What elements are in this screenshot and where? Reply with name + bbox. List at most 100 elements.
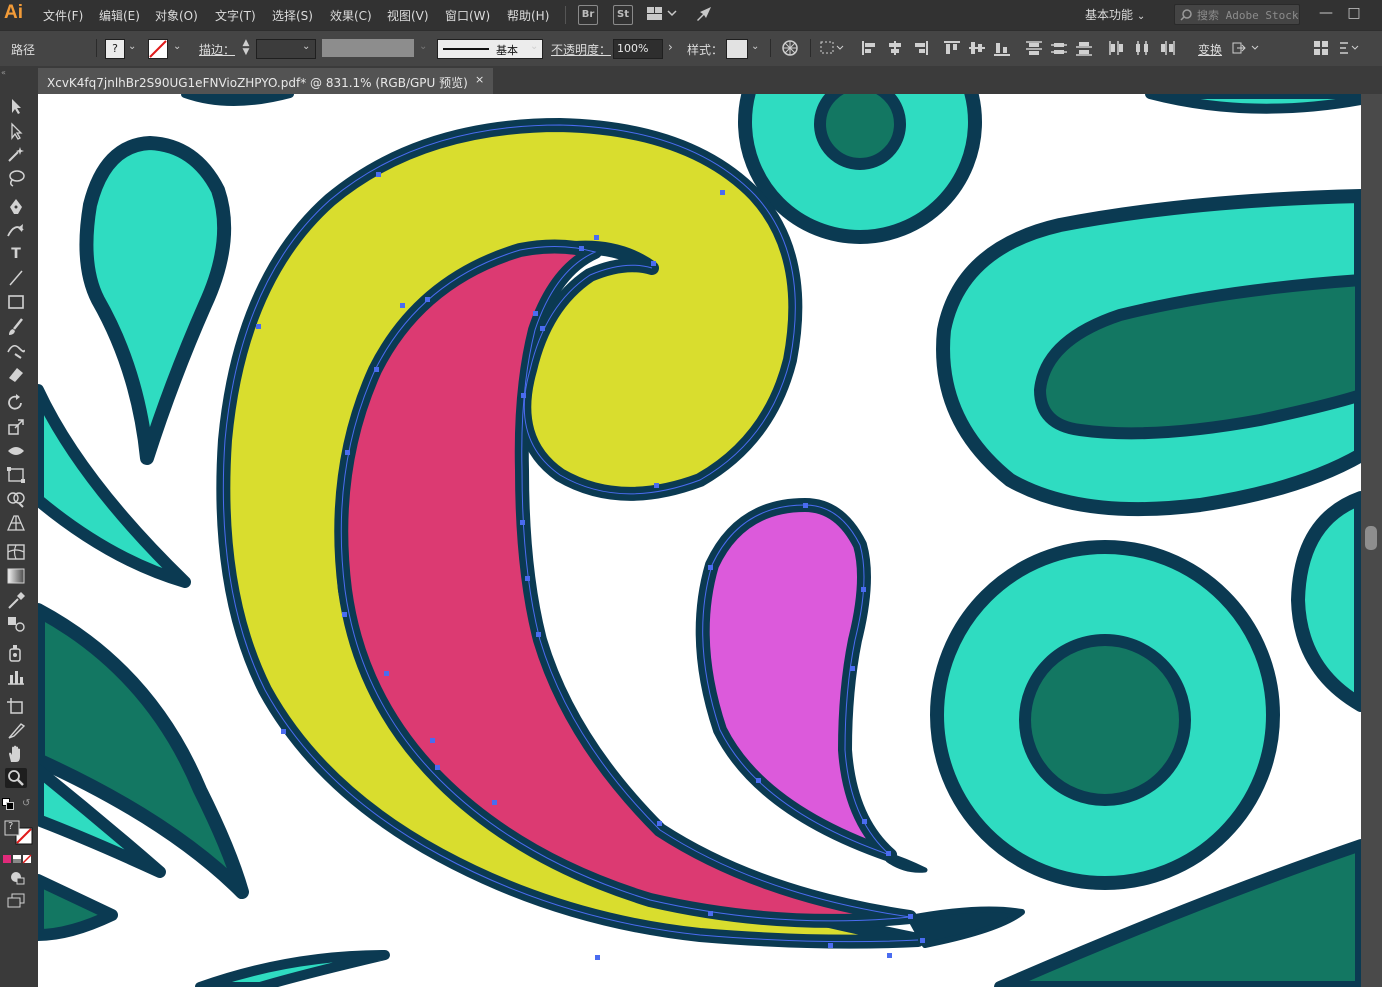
document-tab[interactable]: XcvK4fq7jnlhBr2S90UG1eFNVioZHPYO.pdf* @ … bbox=[38, 68, 493, 94]
direct-selection-tool-icon[interactable] bbox=[5, 121, 27, 141]
magic-wand-tool-icon[interactable] bbox=[5, 144, 27, 164]
distribute-vertical-center-icon[interactable] bbox=[1050, 40, 1068, 56]
align-horizontal-center-icon[interactable] bbox=[886, 40, 904, 56]
isolate-object-icon[interactable] bbox=[1232, 40, 1262, 56]
graphic-style-swatch[interactable] bbox=[726, 39, 748, 59]
eyedropper-tool-icon[interactable] bbox=[5, 590, 27, 610]
rotate-tool-icon[interactable] bbox=[5, 393, 27, 413]
lasso-tool-icon[interactable] bbox=[5, 168, 27, 188]
menu-help[interactable]: 帮助(H) bbox=[507, 7, 549, 24]
scale-tool-icon[interactable] bbox=[5, 417, 27, 437]
opacity-field[interactable]: 100% bbox=[613, 39, 663, 59]
line-tool-icon[interactable] bbox=[5, 268, 27, 288]
distribute-horizontal-center-icon[interactable] bbox=[1133, 40, 1151, 56]
selection-tool-icon[interactable] bbox=[5, 96, 27, 116]
swirl-tail-shape bbox=[907, 906, 1025, 948]
symbol-sprayer-tool-icon[interactable] bbox=[5, 643, 27, 663]
menu-type[interactable]: 文字(T) bbox=[215, 7, 256, 24]
distribute-bottom-icon[interactable] bbox=[1075, 40, 1093, 56]
transform-label[interactable]: 变换 bbox=[1198, 41, 1222, 58]
color-mode-icons[interactable] bbox=[3, 853, 33, 864]
pen-tool-icon[interactable] bbox=[5, 197, 27, 217]
menu-file[interactable]: 文件(F) bbox=[43, 7, 83, 24]
teardrop-tail-shape bbox=[885, 852, 928, 873]
stock-button[interactable]: St bbox=[613, 5, 633, 25]
align-to-selection-icon[interactable] bbox=[820, 40, 846, 56]
stroke-label[interactable]: 描边： bbox=[199, 41, 235, 58]
artboard-canvas[interactable] bbox=[38, 94, 1382, 987]
brush-definition-dropdown[interactable]: 基本 bbox=[437, 39, 543, 59]
menu-edit[interactable]: 编辑(E) bbox=[99, 7, 140, 24]
column-graph-tool-icon[interactable] bbox=[5, 667, 27, 687]
shaper-tool-icon[interactable] bbox=[5, 340, 27, 360]
variable-width-profile[interactable] bbox=[322, 39, 414, 57]
arrange-panels-icon[interactable] bbox=[1313, 40, 1329, 56]
recolor-artwork-icon[interactable] bbox=[781, 39, 799, 57]
align-bottom-icon[interactable] bbox=[993, 40, 1011, 56]
screen-mode-icon[interactable] bbox=[6, 892, 28, 908]
default-colors-icon[interactable] bbox=[2, 798, 14, 810]
collapse-panel-icon[interactable]: « bbox=[1, 68, 37, 77]
slice-tool-icon[interactable] bbox=[5, 720, 27, 740]
chevron-right-icon[interactable]: › bbox=[668, 40, 673, 54]
width-tool-icon[interactable] bbox=[5, 441, 27, 461]
opacity-label[interactable]: 不透明度： bbox=[551, 41, 611, 58]
divider bbox=[565, 6, 566, 24]
stroke-swatch[interactable] bbox=[148, 39, 168, 59]
fill-stroke-swatches[interactable]: ? bbox=[4, 820, 34, 846]
align-right-icon[interactable] bbox=[911, 40, 929, 56]
scrollbar-thumb[interactable] bbox=[1365, 526, 1377, 550]
tools-panel: « T ↺ ? bbox=[0, 66, 39, 987]
workspace-label: 基本功能 bbox=[1085, 8, 1134, 22]
chevron-down-icon[interactable]: ⌄ bbox=[751, 41, 759, 52]
arrange-documents-icon[interactable] bbox=[647, 7, 677, 21]
menu-view[interactable]: 视图(V) bbox=[387, 7, 429, 24]
hand-tool-icon[interactable] bbox=[5, 744, 27, 764]
swap-colors-icon[interactable]: ↺ bbox=[22, 798, 34, 810]
close-tab-icon[interactable]: × bbox=[475, 73, 484, 86]
document-tab-bar: XcvK4fq7jnlhBr2S90UG1eFNVioZHPYO.pdf* @ … bbox=[38, 66, 1382, 94]
perspective-grid-tool-icon[interactable] bbox=[5, 513, 27, 533]
type-tool-icon[interactable]: T bbox=[5, 244, 27, 264]
rectangle-tool-icon[interactable] bbox=[5, 292, 27, 312]
zoom-tool-icon[interactable] bbox=[5, 768, 27, 788]
draw-mode-icon[interactable] bbox=[8, 869, 28, 885]
menu-select[interactable]: 选择(S) bbox=[272, 7, 313, 24]
search-stock-box[interactable]: 搜索 Adobe Stock bbox=[1174, 4, 1300, 25]
artboard-tool-icon[interactable] bbox=[5, 696, 27, 716]
chevron-down-icon[interactable]: ⌄ bbox=[302, 41, 310, 52]
align-vertical-center-icon[interactable] bbox=[968, 40, 986, 56]
bridge-button[interactable]: Br bbox=[578, 5, 598, 25]
maximize-button[interactable]: □ bbox=[1340, 3, 1368, 23]
mesh-tool-icon[interactable] bbox=[5, 542, 27, 562]
eraser-tool-icon[interactable] bbox=[5, 364, 27, 384]
stroke-weight-spinner[interactable]: ▲ ▼ bbox=[239, 39, 253, 57]
chevron-down-icon[interactable]: ⌄ bbox=[128, 41, 136, 52]
align-left-icon[interactable] bbox=[861, 40, 879, 56]
vertical-scrollbar[interactable] bbox=[1361, 94, 1382, 987]
distribute-left-icon[interactable] bbox=[1108, 40, 1126, 56]
distribute-top-icon[interactable] bbox=[1025, 40, 1043, 56]
search-placeholder: 搜索 Adobe Stock bbox=[1197, 9, 1299, 22]
chevron-down-icon[interactable]: ⌄ bbox=[419, 41, 427, 52]
distribute-right-icon[interactable] bbox=[1158, 40, 1176, 56]
app-logo: Ai bbox=[4, 2, 23, 23]
free-transform-tool-icon[interactable] bbox=[5, 465, 27, 485]
minimize-button[interactable]: — bbox=[1312, 3, 1340, 23]
gpu-performance-icon[interactable] bbox=[695, 5, 713, 23]
fill-swatch[interactable]: ? bbox=[105, 39, 125, 59]
menu-object[interactable]: 对象(O) bbox=[155, 7, 198, 24]
blend-tool-icon[interactable] bbox=[5, 614, 27, 634]
workspace-switcher[interactable]: 基本功能 ⌄ bbox=[1085, 6, 1145, 23]
shape-builder-tool-icon[interactable] bbox=[5, 489, 27, 509]
menu-bar: Ai 文件(F) 编辑(E) 对象(O) 文字(T) 选择(S) 效果(C) 视… bbox=[0, 0, 1382, 30]
curvature-tool-icon[interactable] bbox=[5, 220, 27, 240]
chevron-down-icon[interactable]: ⌄ bbox=[173, 41, 181, 52]
paintbrush-tool-icon[interactable] bbox=[5, 317, 27, 337]
menu-effect[interactable]: 效果(C) bbox=[330, 7, 372, 24]
chevron-down-icon[interactable]: ⌄ bbox=[530, 41, 538, 52]
menu-window[interactable]: 窗口(W) bbox=[445, 7, 490, 24]
gradient-tool-icon[interactable] bbox=[5, 566, 27, 586]
panel-menu-icon[interactable] bbox=[1338, 40, 1360, 56]
align-top-icon[interactable] bbox=[943, 40, 961, 56]
